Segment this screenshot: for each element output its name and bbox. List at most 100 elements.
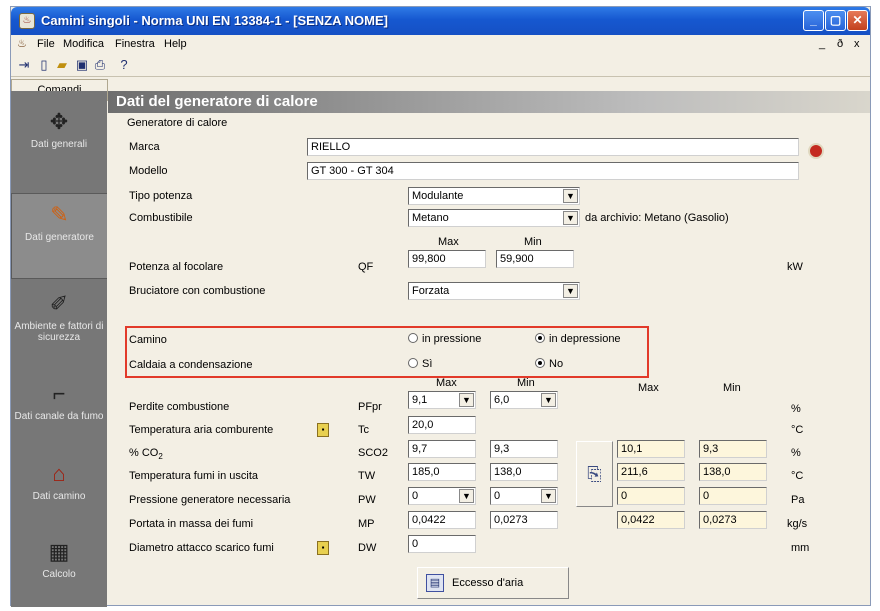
chevron-down-icon[interactable]: ▼ (563, 189, 578, 203)
generator-data-icon: ✎ (50, 202, 69, 227)
tipo-potenza-select[interactable]: Modulante ▼ (408, 187, 580, 205)
temp-aria-symbol: Tc (358, 424, 369, 436)
radio-si[interactable]: Sì (408, 358, 432, 370)
menu-file[interactable]: File (37, 38, 55, 50)
temp-aria-unit: °C (791, 424, 804, 436)
perdite-label: Perdite combustione (129, 401, 230, 413)
co2-min-field[interactable]: 9,3 (490, 440, 558, 458)
co2-symbol: SCO2 (358, 447, 388, 459)
sidebar-item-dati-generatore[interactable]: ✎ Dati generatore (11, 193, 107, 279)
radio-label: No (549, 358, 564, 370)
calculator-icon: ▤ (426, 574, 444, 592)
potenza-max-field[interactable]: 99,800 (408, 250, 486, 268)
lock-icon[interactable]: ▪ (317, 423, 329, 437)
chevron-down-icon[interactable]: ▼ (563, 211, 578, 225)
sidebar-item-dati-generali[interactable]: ✥ Dati generali (11, 101, 107, 181)
save-icon[interactable]: ▣ (73, 56, 91, 74)
chevron-down-icon[interactable]: ▼ (459, 393, 474, 407)
modello-field[interactable]: GT 300 - GT 304 (307, 162, 799, 180)
mdi-restore-button[interactable]: ð (837, 38, 843, 50)
temp-fumi-symbol: TW (358, 470, 376, 482)
menu-help[interactable]: Help (164, 38, 187, 50)
combustibile-select[interactable]: Metano ▼ (408, 209, 580, 227)
sidebar-item-label: Calcolo (42, 569, 76, 580)
sidebar-item-canale-fumo[interactable]: ⌐ Dati canale da fumo (11, 373, 107, 453)
sidebar-item-label: Ambiente e fattori di sicurezza (14, 321, 104, 343)
pressione-symbol: PW (358, 494, 376, 506)
close-icon[interactable]: ✕ (847, 10, 868, 31)
potenza-label: Potenza al focolare (129, 261, 224, 273)
mdi-minimize-button[interactable]: _ (819, 38, 825, 50)
bruciatore-label: Bruciatore con combustione (129, 285, 266, 297)
smoke-duct-icon: ⌐ (52, 381, 66, 406)
radio-in-depressione[interactable]: in depressione (535, 333, 621, 345)
condensazione-label: Caldaia a condensazione (129, 359, 253, 371)
bruciatore-select[interactable]: Forzata ▼ (408, 282, 580, 300)
temp-aria-field[interactable]: 20,0 (408, 416, 476, 434)
menu-finestra[interactable]: Finestra (115, 38, 155, 50)
pressione-result-min: 0 (699, 487, 767, 505)
temp-fumi-result-min: 138,0 (699, 463, 767, 481)
modello-label: Modello (129, 165, 168, 177)
portata-symbol: MP (358, 518, 375, 530)
general-data-icon: ✥ (49, 109, 69, 134)
perdite-max-select[interactable]: 9,1 ▼ (408, 391, 476, 409)
new-document-icon[interactable]: ▯ (35, 56, 53, 74)
diametro-unit: mm (791, 542, 810, 554)
sidebar-item-dati-camino[interactable]: ⌂ Dati camino (11, 453, 107, 533)
radio-in-pressione[interactable]: in pressione (408, 333, 481, 345)
print-icon[interactable]: ⎙ (91, 56, 109, 74)
co2-label-text: % CO (129, 447, 159, 459)
perdite-symbol: PFpr (358, 401, 382, 413)
co2-result-max: 10,1 (617, 440, 685, 458)
portata-unit: kg/s (787, 518, 808, 530)
open-folder-icon[interactable]: ▰ (53, 56, 71, 74)
main-window: ♨ Camini singoli - Norma UNI EN 13384-1 … (10, 6, 871, 607)
radio-label: Sì (422, 358, 433, 370)
eccesso-aria-label: Eccesso d'aria (452, 577, 524, 589)
portata-max-field[interactable]: 0,0422 (408, 511, 476, 529)
menu-modifica[interactable]: Modifica (63, 38, 104, 50)
pressione-min-select[interactable]: 0 ▼ (490, 487, 558, 505)
potenza-max-header: Max (438, 236, 459, 248)
sidebar-item-calcolo[interactable]: ▦ Calcolo (11, 531, 107, 611)
mdi-close-button[interactable]: x (854, 38, 860, 50)
marca-field[interactable]: RIELLO (307, 138, 799, 156)
chevron-down-icon[interactable]: ▼ (541, 393, 556, 407)
col-min-header: Min (517, 377, 535, 389)
chevron-down-icon[interactable]: ▼ (459, 489, 474, 503)
portata-min-field[interactable]: 0,0273 (490, 511, 558, 529)
potenza-unit: kW (787, 261, 803, 273)
chimney-app-icon[interactable]: ♨ (19, 13, 35, 29)
temp-fumi-max-field[interactable]: 185,0 (408, 463, 476, 481)
page-title: Dati del generatore di calore (116, 93, 318, 110)
chevron-down-icon[interactable]: ▼ (541, 489, 556, 503)
page-header: Dati del generatore di calore (108, 91, 870, 113)
eccesso-aria-button[interactable]: ▤ Eccesso d'aria (417, 567, 569, 599)
pressione-unit: Pa (791, 494, 805, 506)
temp-fumi-min-field[interactable]: 138,0 (490, 463, 558, 481)
co2-max-field[interactable]: 9,7 (408, 440, 476, 458)
portata-result-min: 0,0273 (699, 511, 767, 529)
perdite-min-select[interactable]: 6,0 ▼ (490, 391, 558, 409)
toolbar: ⇥ ▯ ▰ ▣ ⎙ ? (11, 53, 870, 77)
sidebar-item-ambiente[interactable]: ✐ Ambiente e fattori di sicurezza (11, 283, 107, 363)
bruciatore-value: Forzata (412, 285, 450, 297)
lock-icon[interactable]: ▪ (317, 541, 329, 555)
pressione-max-select[interactable]: 0 ▼ (408, 487, 476, 505)
radio-no[interactable]: No (535, 358, 563, 370)
document-icon[interactable]: ♨ (17, 37, 31, 51)
maximize-icon[interactable]: ▢ (825, 10, 846, 31)
co2-unit: % (791, 447, 801, 459)
diametro-field[interactable]: 0 (408, 535, 476, 553)
potenza-min-field[interactable]: 59,900 (496, 250, 574, 268)
temp-aria-label: Temperatura aria comburente (129, 424, 274, 436)
chevron-down-icon[interactable]: ▼ (563, 284, 578, 298)
marca-label: Marca (129, 141, 160, 153)
exit-icon[interactable]: ⇥ (15, 56, 33, 74)
paste-results-button[interactable]: ⎘ (576, 441, 613, 507)
minimize-icon[interactable]: _ (803, 10, 824, 31)
database-lookup-icon[interactable] (808, 143, 824, 159)
camino-label: Camino (129, 334, 167, 346)
help-icon[interactable]: ? (115, 56, 133, 74)
